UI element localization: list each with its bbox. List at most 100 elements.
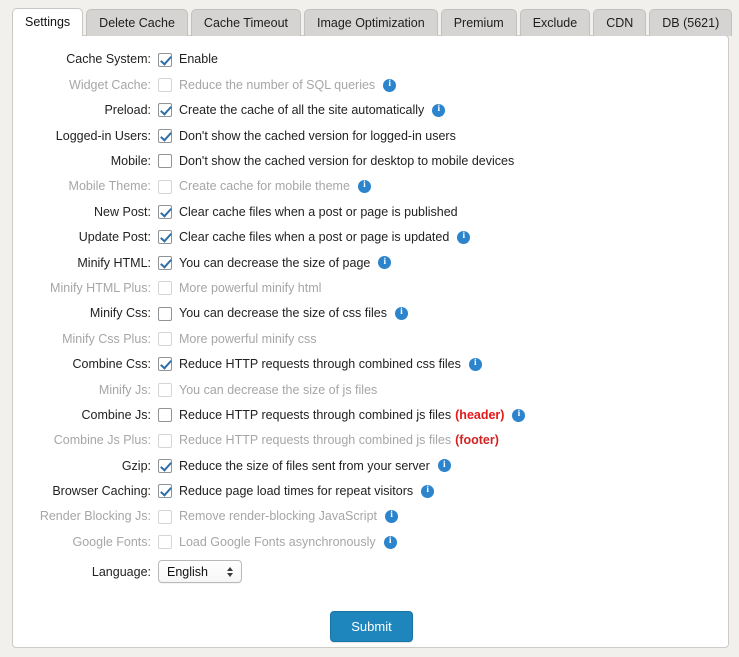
setting-description-text: Load Google Fonts asynchronously	[179, 534, 376, 549]
setting-control-update-post: Clear cache files when a post or page is…	[158, 230, 728, 245]
info-icon[interactable]: i	[383, 78, 397, 92]
info-icon[interactable]: i	[457, 230, 471, 244]
info-icon[interactable]: i	[383, 535, 397, 549]
info-icon[interactable]: i	[395, 307, 408, 321]
info-icon[interactable]: i	[385, 510, 399, 524]
chevron-up-icon	[227, 566, 233, 571]
setting-row-language: Language: English	[13, 555, 728, 589]
setting-label-google-fonts: Google Fonts:	[72, 534, 151, 549]
tab-settings[interactable]: Settings	[12, 8, 84, 36]
checkbox-logged-in-users[interactable]	[158, 128, 172, 143]
checkbox-new-post[interactable]	[158, 205, 172, 220]
checkbox-gzip[interactable]	[158, 458, 172, 473]
checkbox-update-post[interactable]	[158, 230, 172, 245]
setting-label-language: Language:	[91, 564, 151, 579]
tab-exclude[interactable]: Exclude	[519, 9, 591, 36]
language-select[interactable]: English	[158, 560, 242, 584]
stepper-arrows-icon	[227, 566, 233, 577]
submit-button[interactable]: Submit	[330, 611, 413, 642]
setting-row-minify-html: Minify HTML: You can decrease the size of…	[13, 250, 728, 275]
checkbox-cache-system[interactable]	[158, 52, 172, 67]
setting-description-text: Enable	[179, 52, 218, 67]
setting-tag-footer: (footer)	[455, 433, 499, 448]
tab-bar: Settings Delete Cache Cache Timeout Image O…	[12, 8, 735, 36]
tab-db-5621[interactable]: DB (5621)	[649, 9, 733, 36]
setting-description-text: You can decrease the size of css files	[179, 306, 387, 321]
info-icon[interactable]: i	[421, 484, 435, 498]
setting-control-cache-system: Enable	[158, 52, 728, 67]
setting-description-combine-css: Reduce HTTP requests through combined cs…	[179, 358, 461, 371]
checkbox-mobile-theme	[158, 179, 172, 194]
setting-control-browser-caching: Reduce page load times for repeat visito…	[158, 484, 728, 499]
setting-row-render-blocking-js: Render Blocking Js: Remove render-blockin…	[13, 504, 728, 529]
tab-cache-timeout[interactable]: Cache Timeout	[190, 9, 301, 36]
setting-description-text: You can decrease the size of page	[179, 255, 371, 270]
setting-description-gzip: Reduce the size of files sent from your …	[179, 459, 430, 473]
checkbox-preload[interactable]	[158, 103, 172, 118]
info-icon[interactable]: i	[378, 256, 392, 270]
setting-label-gzip: Gzip:	[121, 458, 151, 473]
info-icon-glyph: i	[363, 180, 366, 191]
setting-control-mobile-theme: Create cache for mobile theme i	[158, 179, 728, 194]
tab-delete-cache[interactable]: Delete Cache	[86, 9, 188, 36]
info-icon[interactable]: i	[512, 408, 526, 422]
setting-description-widget-cache: Reduce the number of SQL queries	[179, 79, 375, 92]
info-icon[interactable]: i	[357, 180, 371, 194]
setting-control-combine-js: Reduce HTTP requests through combined js…	[158, 407, 728, 423]
setting-description-text: Reduce HTTP requests through combined js…	[179, 407, 452, 422]
setting-row-gzip: Gzip: Reduce the size of files sent from …	[13, 453, 728, 478]
checkbox-minify-html[interactable]	[158, 255, 172, 270]
setting-label-combine-css: Combine Css:	[72, 357, 152, 372]
info-icon-glyph: i	[437, 104, 441, 115]
setting-row-logged-in-users: Logged-in Users: Don't show the cached ve…	[13, 123, 728, 148]
tab-cdn[interactable]: CDN	[593, 9, 647, 36]
setting-description-text: Create the cache of all the site automat…	[179, 103, 425, 118]
checkbox-browser-caching[interactable]	[158, 484, 172, 499]
info-icon[interactable]: i	[468, 357, 482, 371]
setting-control-preload: Create the cache of all the site automat…	[158, 103, 728, 118]
setting-control-mobile: Don't show the cached version for deskto…	[158, 154, 728, 169]
setting-control-widget-cache: Reduce the number of SQL queries i	[158, 78, 728, 93]
setting-control-gzip: Reduce the size of files sent from your …	[158, 458, 728, 473]
info-icon[interactable]: i	[432, 103, 446, 117]
checkbox-minify-html-plus	[158, 281, 172, 296]
setting-description-minify-css-plus: More powerful minify css	[179, 332, 317, 346]
setting-label-minify-css: Minify Css:	[89, 306, 151, 321]
setting-row-minify-js: Minify Js: You can decrease the size of j…	[13, 377, 728, 402]
setting-control-render-blocking-js: Remove render-blocking JavaScript i	[158, 509, 728, 524]
setting-row-minify-css: Minify Css: You can decrease the size of …	[13, 301, 728, 326]
language-select-value: English	[167, 564, 208, 579]
setting-label-minify-html-plus: Minify HTML Plus:	[50, 280, 151, 295]
setting-label-browser-caching: Browser Caching:	[52, 484, 151, 499]
tab-premium[interactable]: Premium	[440, 9, 517, 36]
setting-control-minify-css-plus: More powerful minify css	[158, 331, 728, 346]
setting-control-minify-css: You can decrease the size of css files i	[158, 306, 728, 321]
setting-description-cache-system: Enable	[179, 53, 218, 66]
info-icon[interactable]: i	[437, 459, 451, 473]
setting-label-logged-in-users: Logged-in Users:	[55, 128, 151, 143]
setting-description-minify-html: You can decrease the size of page	[179, 255, 371, 270]
setting-label-mobile-theme: Mobile Theme:	[68, 179, 151, 194]
setting-label-combine-js-plus: Combine Js Plus:	[53, 433, 151, 448]
setting-description-text: You can decrease the size of js files	[179, 382, 378, 397]
setting-description-text: Reduce HTTP requests through combined js…	[179, 433, 452, 448]
checkbox-mobile[interactable]	[158, 154, 172, 169]
setting-description-text: Remove render-blocking JavaScript	[179, 509, 378, 524]
setting-tag-header: (header)	[455, 407, 505, 422]
setting-label-cache-system: Cache System:	[66, 52, 151, 67]
setting-description-combine-js-plus: Reduce HTTP requests through combined js…	[179, 434, 499, 447]
checkbox-minify-css[interactable]	[158, 306, 172, 321]
setting-control-combine-js-plus: Reduce HTTP requests through combined js…	[158, 433, 728, 448]
checkbox-combine-js[interactable]	[158, 408, 172, 423]
tab-image-optimization[interactable]: Image Optimization	[304, 9, 438, 36]
info-icon-glyph: i	[442, 459, 446, 470]
setting-control-minify-js: You can decrease the size of js files	[158, 382, 728, 397]
setting-label-update-post: Update Post:	[78, 230, 151, 245]
setting-label-preload: Preload:	[104, 103, 151, 118]
checkbox-minify-js	[158, 382, 172, 397]
setting-row-minify-css-plus: Minify Css Plus: More powerful minify css	[13, 326, 728, 351]
checkbox-combine-css[interactable]	[158, 357, 172, 372]
setting-row-cache-system: Cache System: Enable	[13, 47, 728, 72]
setting-row-preload: Preload: Create the cache of all the site…	[13, 98, 728, 123]
setting-description-text: More powerful minify html	[179, 280, 322, 295]
